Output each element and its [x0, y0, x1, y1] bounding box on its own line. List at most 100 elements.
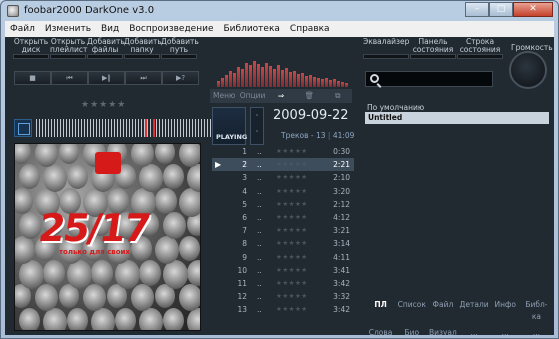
- panel-tab[interactable]: ...: [458, 327, 489, 335]
- track-row[interactable]: 10.. ★★★★★ 3:41: [212, 264, 354, 277]
- track-title: ..: [257, 160, 262, 170]
- track-row[interactable]: 5.. ★★★★★ 2:12: [212, 198, 354, 211]
- equalizer-button[interactable]: Эквалайзер: [363, 38, 409, 59]
- track-rating[interactable]: ★★★★★: [276, 237, 308, 250]
- track-rating[interactable]: ★★★★★: [276, 198, 308, 211]
- menu-edit[interactable]: Изменить: [40, 24, 96, 34]
- track-list: 1.. ★★★★★ 0:30 ▶ 2.. ★★★★★ 2:21 3.. ★★★★★ 2:10 4..…: [212, 145, 354, 316]
- menu-tab[interactable]: Меню: [210, 89, 238, 103]
- status-panel-button[interactable]: Панель состояния: [410, 38, 456, 59]
- track-number: 10: [237, 265, 247, 275]
- album-art-face: [179, 236, 200, 261]
- volume-knob[interactable]: [509, 51, 547, 89]
- next-button[interactable]: ⏭: [125, 71, 162, 85]
- panel-tab[interactable]: Слова: [365, 327, 396, 335]
- track-title: ..: [257, 186, 262, 196]
- seek-bar[interactable]: [14, 119, 212, 137]
- transport-controls: ■ ⏮ ▶‖ ⏭ ▶?: [14, 71, 199, 85]
- panel-tab[interactable]: ...: [521, 327, 552, 335]
- group-dots-button[interactable]: · ·: [250, 107, 264, 145]
- add-path-button[interactable]: Добавить путь: [161, 37, 199, 59]
- open-disc-button[interactable]: Открыть диск: [13, 38, 49, 59]
- maximize-button[interactable]: □: [489, 2, 513, 17]
- panel-tab[interactable]: ПЛ: [365, 299, 396, 323]
- open-playlist-button[interactable]: Открыть плейлист: [50, 38, 87, 59]
- trash-icon[interactable]: 🗑: [295, 89, 323, 103]
- panel-tab[interactable]: ...: [490, 327, 521, 335]
- visualizer-bar: [265, 63, 268, 87]
- send-arrow-icon[interactable]: ⇒: [267, 89, 295, 103]
- track-rating[interactable]: ★★★★★: [276, 224, 308, 237]
- track-row[interactable]: 6.. ★★★★★ 4:12: [212, 211, 354, 224]
- open-disc-bar: [13, 54, 49, 59]
- window-icon[interactable]: ⧉: [324, 89, 352, 103]
- track-row[interactable]: 11.. ★★★★★ 3:42: [212, 277, 354, 290]
- add-folder-label: Добавить папку: [124, 37, 162, 54]
- panel-tab[interactable]: Файл: [427, 299, 458, 323]
- add-path-label: Добавить путь: [161, 37, 199, 54]
- title-bar[interactable]: foobar2000 DarkOne v3.0 – □ ✕: [1, 1, 558, 21]
- menu-view[interactable]: Вид: [96, 24, 124, 34]
- track-rating[interactable]: ★★★★★: [276, 251, 308, 264]
- track-rating[interactable]: ★★★★★: [276, 185, 308, 198]
- add-files-button[interactable]: Добавить файлы: [87, 38, 125, 59]
- visualizer-bar: [309, 75, 312, 87]
- visualizer-bar: [217, 81, 220, 87]
- track-row[interactable]: 4.. ★★★★★ 3:20: [212, 185, 354, 198]
- panel-tab[interactable]: Детали: [458, 299, 489, 323]
- playing-label: PLAYING: [216, 133, 248, 141]
- track-rating[interactable]: ★★★★★: [276, 264, 308, 277]
- track-row[interactable]: 7.. ★★★★★ 3:21: [212, 224, 354, 237]
- track-row[interactable]: 3.. ★★★★★ 2:10: [212, 171, 354, 184]
- track-row[interactable]: 9.. ★★★★★ 4:11: [212, 251, 354, 264]
- rating-stars[interactable]: ★★★★★: [81, 100, 126, 110]
- menu-playback[interactable]: Воспроизведение: [124, 24, 218, 34]
- menu-help[interactable]: Справка: [285, 24, 335, 34]
- options-tab[interactable]: Опции: [238, 89, 266, 103]
- visualizer-bar: [297, 74, 300, 87]
- search-icon: [370, 74, 379, 83]
- track-row[interactable]: 8.. ★★★★★ 3:14: [212, 237, 354, 250]
- minimize-button[interactable]: –: [465, 2, 489, 17]
- track-number: 11: [237, 278, 247, 288]
- close-button[interactable]: ✕: [513, 2, 553, 17]
- panel-tab[interactable]: Список: [396, 299, 427, 323]
- track-row[interactable]: 12.. ★★★★★ 3:32: [212, 290, 354, 303]
- stop-button[interactable]: ■: [14, 71, 51, 85]
- track-rating[interactable]: ★★★★★: [276, 158, 308, 171]
- seek-track[interactable]: [36, 119, 212, 137]
- panel-tab[interactable]: Инфо: [490, 299, 521, 323]
- album-art: 25/17 только для своих: [14, 143, 201, 331]
- seek-position-marker[interactable]: [145, 119, 155, 137]
- foobar-icon: [7, 5, 19, 17]
- track-row[interactable]: 1.. ★★★★★ 0:30: [212, 145, 354, 158]
- spectrum-visualizer: [217, 59, 352, 87]
- menu-file[interactable]: Файл: [5, 24, 40, 34]
- play-pause-button[interactable]: ▶‖: [88, 71, 125, 85]
- window-title: foobar2000 DarkOne v3.0: [24, 5, 155, 16]
- add-folder-button[interactable]: Добавить папку: [124, 37, 162, 59]
- menu-library[interactable]: Библиотека: [219, 24, 285, 34]
- track-rating[interactable]: ★★★★★: [276, 171, 308, 184]
- visualizer-bar: [229, 71, 232, 87]
- panel-tab[interactable]: Библ-ка: [521, 299, 552, 323]
- status-bar-bar: [457, 54, 503, 59]
- album-art-face: [43, 260, 65, 286]
- track-rating[interactable]: ★★★★★: [276, 211, 308, 224]
- playlist-item[interactable]: Untitled: [365, 112, 549, 124]
- album-art-face: [187, 308, 200, 330]
- previous-button[interactable]: ⏮: [51, 71, 88, 85]
- track-rating[interactable]: ★★★★★: [276, 277, 308, 290]
- search-input[interactable]: [365, 71, 493, 87]
- track-row[interactable]: 13.. ★★★★★ 3:42: [212, 303, 354, 316]
- panel-tab[interactable]: Визуал: [427, 327, 458, 335]
- track-row[interactable]: ▶ 2.. ★★★★★ 2:21: [212, 158, 354, 172]
- panel-tab[interactable]: Био: [396, 327, 427, 335]
- track-rating[interactable]: ★★★★★: [276, 145, 308, 158]
- visualizer-bar: [281, 70, 284, 87]
- status-bar-button[interactable]: Строка состояния: [457, 38, 503, 59]
- track-rating[interactable]: ★★★★★: [276, 303, 308, 316]
- album-art-face: [179, 144, 200, 167]
- random-button[interactable]: ▶?: [162, 71, 199, 85]
- track-rating[interactable]: ★★★★★: [276, 290, 308, 303]
